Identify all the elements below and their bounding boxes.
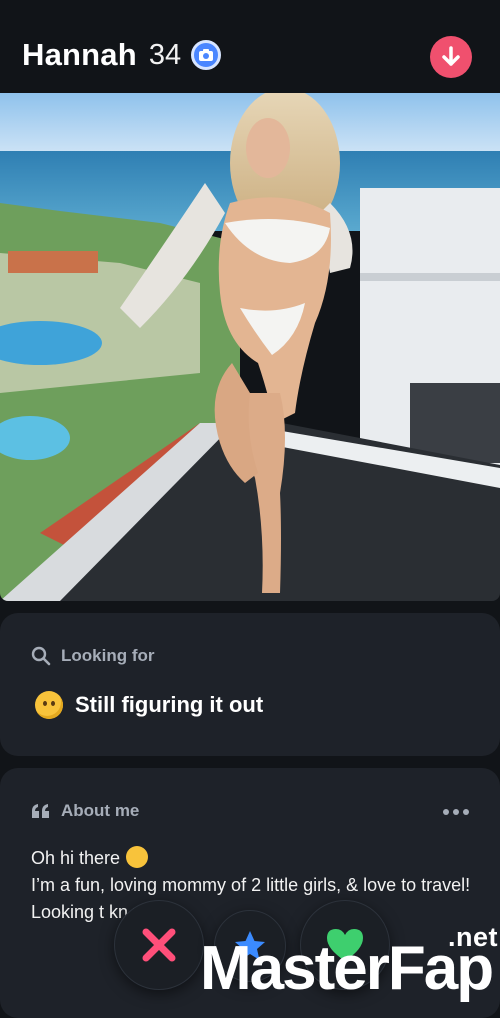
looking-for-card: Looking for Still figuring it out — [0, 613, 500, 756]
about-line-1: Oh hi there — [31, 848, 121, 868]
more-icon[interactable] — [443, 809, 469, 815]
profile-name: Hannah — [22, 37, 137, 72]
status-bar — [0, 0, 500, 8]
arrow-down-icon[interactable] — [430, 36, 472, 78]
watermark-part-2: Fap — [387, 934, 494, 1003]
profile-photo[interactable] — [0, 93, 500, 601]
looking-for-label: Looking for — [61, 646, 155, 665]
looking-for-value: Still figuring it out — [75, 692, 264, 717]
profile-age: 34 — [148, 38, 182, 71]
watermark-part-1: Master — [200, 934, 390, 1003]
thinking-emoji-icon — [35, 691, 63, 719]
about-line-2: I’m a fun, loving mommy of 2 little girl… — [31, 875, 471, 895]
quote-icon — [32, 804, 49, 818]
about-me-label: About me — [61, 801, 140, 820]
smile-emoji-icon — [126, 846, 149, 868]
search-icon — [31, 646, 51, 666]
verified-badge-icon[interactable] — [191, 40, 222, 70]
nope-button[interactable] — [114, 900, 204, 990]
watermark-logo: .net MasterFap — [198, 922, 500, 1003]
profile-header: Hannah 34 — [0, 20, 500, 90]
close-icon — [142, 928, 176, 962]
